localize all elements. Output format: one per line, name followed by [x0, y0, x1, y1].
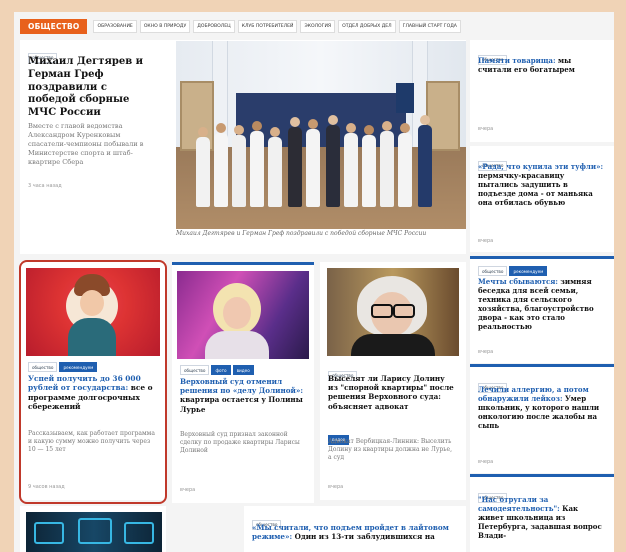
- nav-item-consumer-club[interactable]: КЛУБ ПОТРЕБИТЕЛЕЙ: [237, 19, 298, 33]
- dolina-court-headline[interactable]: Верховный суд отменил решения по «делу Д…: [180, 377, 306, 414]
- main-photo-caption: Михаил Дегтярев и Герман Греф поздравили…: [176, 230, 427, 237]
- nav-items: ОБРАЗОВАНИЕ ОКНО В ПРИРОДУ ДОБРОВОЛЕЦ КЛ…: [93, 19, 463, 33]
- tag-video[interactable]: видео: [232, 365, 254, 375]
- main-title[interactable]: Михаил Дегтярев и Герман Греф поздравили…: [28, 56, 154, 120]
- right-card-4[interactable]: общество Лечили аллергию, а потом обнару…: [470, 364, 614, 473]
- nav-item-main-start[interactable]: ГЛАВНЫЙ СТАРТ ГОДА: [398, 19, 461, 33]
- dolina-photo-2[interactable]: [327, 268, 459, 356]
- hike-headline[interactable]: «Мы считали, что подъем пройдет в лайтов…: [252, 523, 458, 541]
- right-headline-3[interactable]: Мечты сбываются: зимняя беседка для всей…: [478, 277, 604, 332]
- right-card-1[interactable]: общество Памяти товарища: мы считали его…: [470, 40, 614, 142]
- tag-photo[interactable]: фото: [211, 365, 231, 375]
- tech-illustration[interactable]: [26, 512, 162, 552]
- right-card-3[interactable]: общество рекомендуем Мечты сбываются: зи…: [470, 256, 614, 363]
- dolina-court-time: вчера: [180, 487, 196, 493]
- right-headline-2[interactable]: «Рада, что купила эти туфли»: пермячку-к…: [478, 162, 604, 208]
- nav-item-volunteer[interactable]: ДОБРОВОЛЕЦ: [193, 19, 235, 33]
- news-page: ОБЩЕСТВО ОБРАЗОВАНИЕ ОКНО В ПРИРОДУ ДОБР…: [14, 12, 614, 552]
- bottom-card-image[interactable]: [20, 506, 166, 552]
- highlight-outline: [19, 260, 167, 504]
- dolina-evict-headline[interactable]: Выселят ли Ларису Долину из "спорной ква…: [328, 374, 456, 411]
- right-card-5[interactable]: общество "Нас отругали за самодеятельнос…: [470, 474, 614, 552]
- right-card-2[interactable]: общество «Рада, что купила эти туфли»: п…: [470, 146, 614, 252]
- bottom-card-hike[interactable]: общество «Мы считали, что подъем пройдет…: [244, 506, 466, 552]
- right-time-1: вчера: [478, 126, 494, 132]
- nav-item-ecology[interactable]: ЭКОЛОГИЯ: [300, 19, 336, 33]
- nav-item-nature[interactable]: ОКНО В ПРИРОДУ: [139, 19, 191, 33]
- right-time-4: вчера: [478, 459, 494, 465]
- tag-society[interactable]: общество: [180, 365, 210, 375]
- right-headline-1[interactable]: Памяти товарища: мы считали его богатыре…: [478, 56, 604, 75]
- nav-item-education[interactable]: ОБРАЗОВАНИЕ: [93, 19, 137, 33]
- right-headline-5[interactable]: "Нас отругали за самодеятельность": Как …: [478, 495, 604, 541]
- tag-society[interactable]: общество: [478, 266, 508, 276]
- main-lead: Вместе с главой ведомства Александром Ку…: [28, 122, 144, 166]
- right-time-3: вчера: [478, 349, 494, 355]
- main-time: 3 часа назад: [28, 183, 62, 189]
- nav-item-good-deeds[interactable]: ОТДЕЛ ДОБРЫХ ДЕЛ: [338, 19, 396, 33]
- tag-recommended[interactable]: рекомендуем: [509, 266, 548, 276]
- dolina-evict-time: вчера: [328, 484, 344, 490]
- grid-card-dolina-evict[interactable]: общество Выселят ли Ларису Долину из "сп…: [320, 262, 466, 500]
- right-headline-4[interactable]: Лечили аллергию, а потом обнаружили лейк…: [478, 385, 604, 431]
- dolina-court-lead: Верховный суд признал законной сделку по…: [180, 431, 300, 455]
- right-time-2: вчера: [478, 238, 494, 244]
- rubric-label[interactable]: ОБЩЕСТВО: [20, 18, 88, 34]
- section-nav: ОБЩЕСТВО ОБРАЗОВАНИЕ ОКНО В ПРИРОДУ ДОБР…: [20, 18, 464, 34]
- grid-card-dolina-court[interactable]: общество фото видео Верховный суд отмени…: [172, 262, 314, 503]
- dolina-photo-1[interactable]: [177, 271, 309, 359]
- dolina-evict-lead: Адвокат Вербицкая-Линник: Выселить Долин…: [328, 438, 452, 462]
- main-photo[interactable]: [176, 41, 466, 229]
